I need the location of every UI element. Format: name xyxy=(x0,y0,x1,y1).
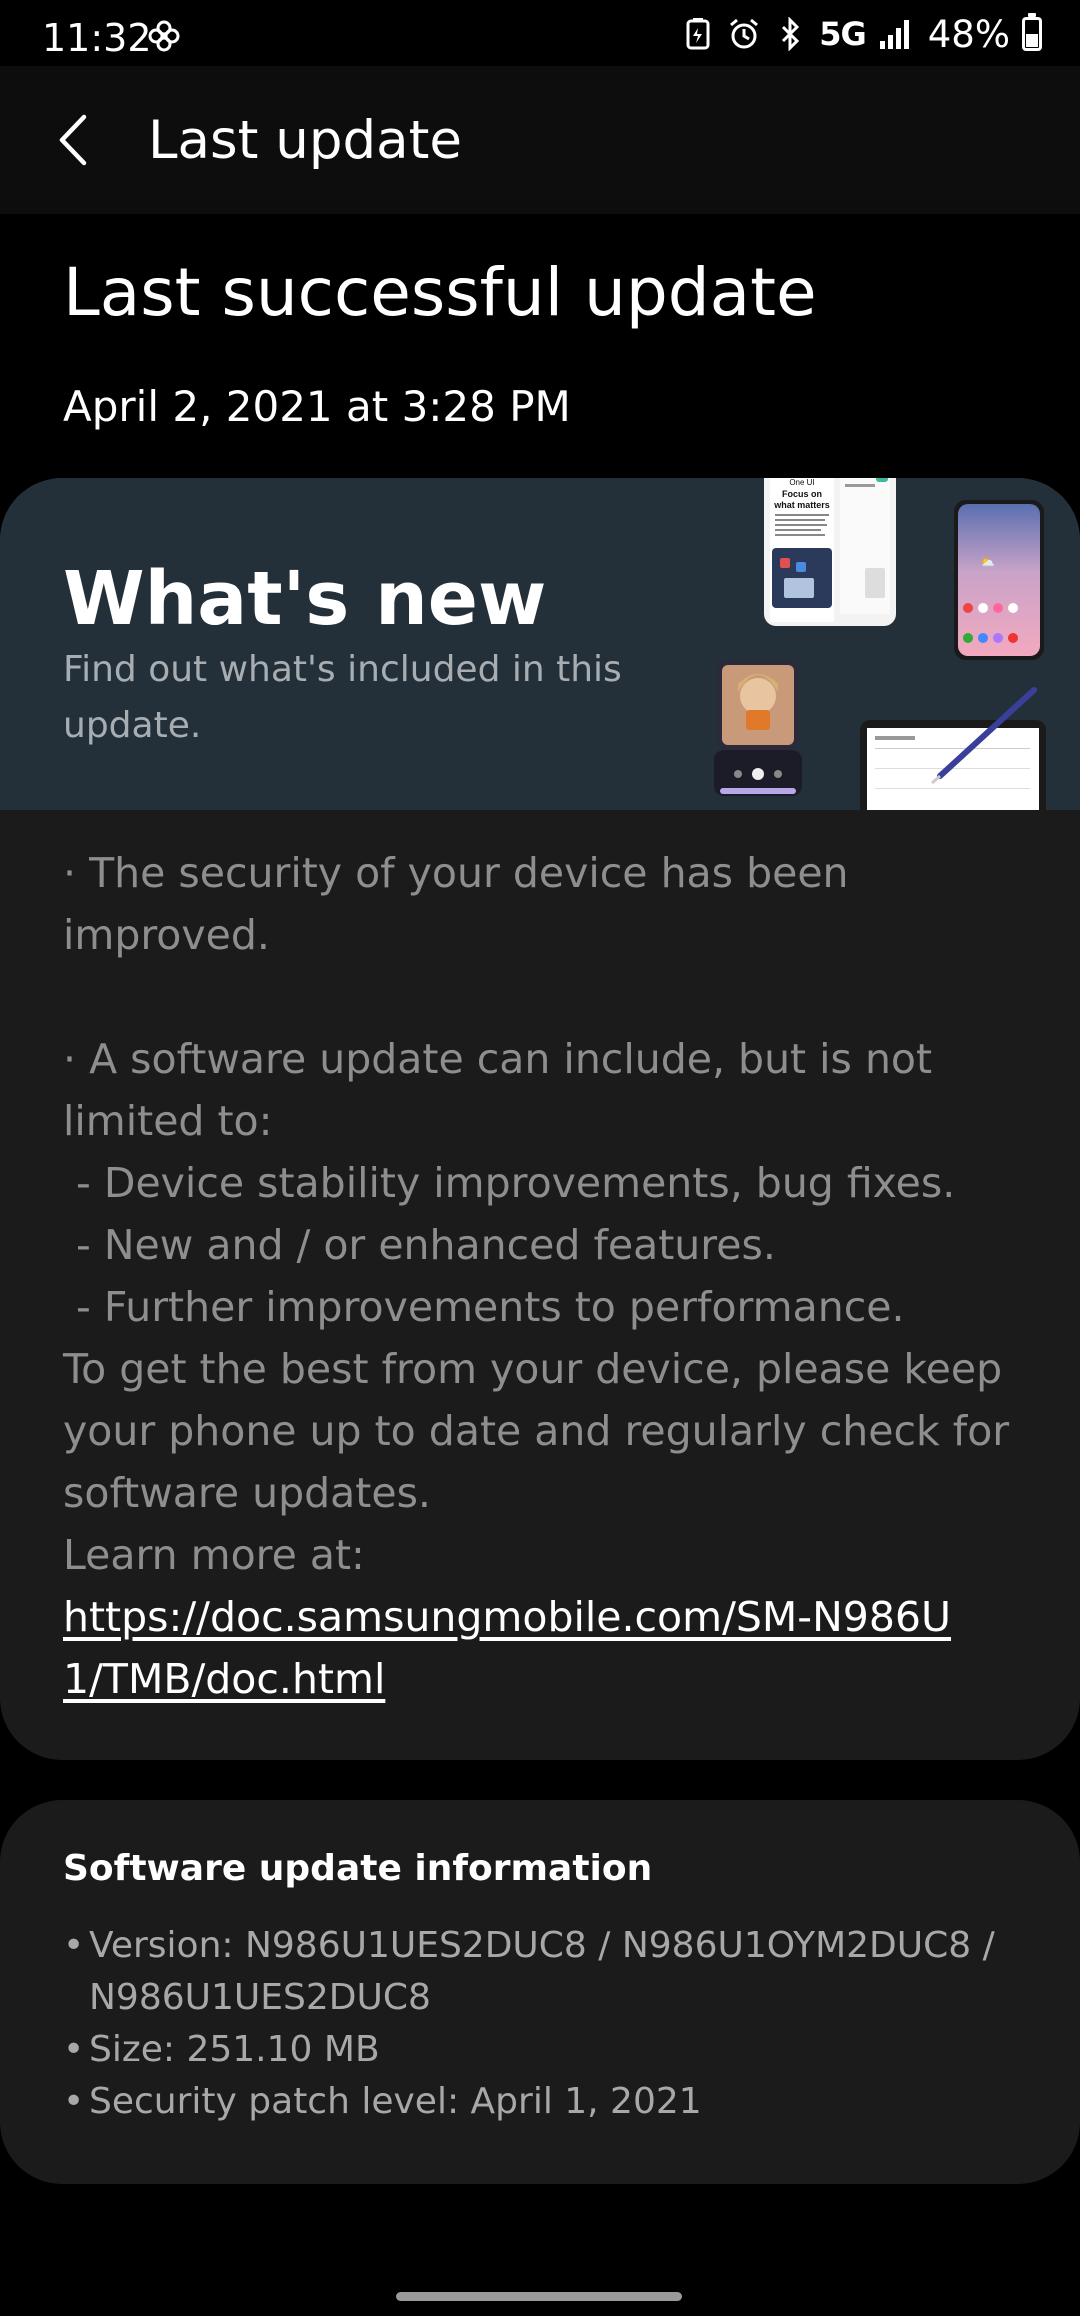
status-time: 11:32 xyxy=(42,16,152,60)
network-type: 5G xyxy=(819,15,867,53)
phone-mockup-focus: One UI Focus on what matters xyxy=(764,478,896,626)
update-date: April 2, 2021 at 3:28 PM xyxy=(63,382,571,431)
signal-icon xyxy=(879,20,909,49)
battery-percent: 48% xyxy=(927,12,1010,56)
software-info-card: Software update information Version: N98… xyxy=(0,1800,1080,2184)
whats-new-subtitle: Find out what's included in this update. xyxy=(63,649,622,746)
page-title: Last successful update xyxy=(63,254,817,331)
nav-gesture-handle[interactable] xyxy=(396,2292,682,2301)
app-bar-title: Last update xyxy=(148,110,462,171)
pinwheel-icon xyxy=(148,20,180,52)
devices-illustration: One UI Focus on what matters ⛅ xyxy=(714,478,1046,810)
info-size: Size: 251.10 MB xyxy=(63,2024,1023,2076)
svg-text:what matters: what matters xyxy=(773,500,830,510)
flip-phone-mockup xyxy=(714,660,802,796)
tablet-mockup xyxy=(860,687,1046,810)
info-version: Version: N986U1UES2DUC8 / N986U1OYM2DUC8… xyxy=(63,1920,1023,2024)
alarm-icon xyxy=(730,18,759,49)
battery-saver-icon xyxy=(686,18,710,50)
status-bar: 11:32 5G 48% xyxy=(0,0,1080,66)
status-right: 5G 48% xyxy=(681,12,1042,56)
svg-text:Focus on: Focus on xyxy=(782,489,822,499)
chevron-left-icon xyxy=(59,114,87,166)
software-info-title: Software update information xyxy=(63,1848,653,1889)
learn-more-link[interactable]: https://doc.samsungmobile.com/SM-N986U1/… xyxy=(63,1586,963,1710)
battery-fill xyxy=(1026,33,1038,47)
phone-mockup-pink: ⛅ xyxy=(954,500,1044,660)
learn-more-label: Learn more at: xyxy=(63,1531,365,1579)
illustration-oneui-text: One UI xyxy=(789,478,814,487)
bluetooth-icon xyxy=(782,17,800,51)
app-bar: Last update xyxy=(0,66,1080,214)
software-info-list: Version: N986U1UES2DUC8 / N986U1OYM2DUC8… xyxy=(63,1920,1023,2128)
whats-new-body: · The security of your device has been i… xyxy=(63,849,1010,1517)
battery-icon xyxy=(1022,13,1042,51)
back-button[interactable] xyxy=(38,102,108,178)
whats-new-title: What's new xyxy=(63,556,547,642)
svg-text:⛅: ⛅ xyxy=(980,555,995,569)
whats-new-card: What's new Find out what's included in t… xyxy=(0,478,1080,1760)
whats-new-banner: What's new Find out what's included in t… xyxy=(0,478,1080,810)
info-security-patch: Security patch level: April 1, 2021 xyxy=(63,2076,1023,2128)
